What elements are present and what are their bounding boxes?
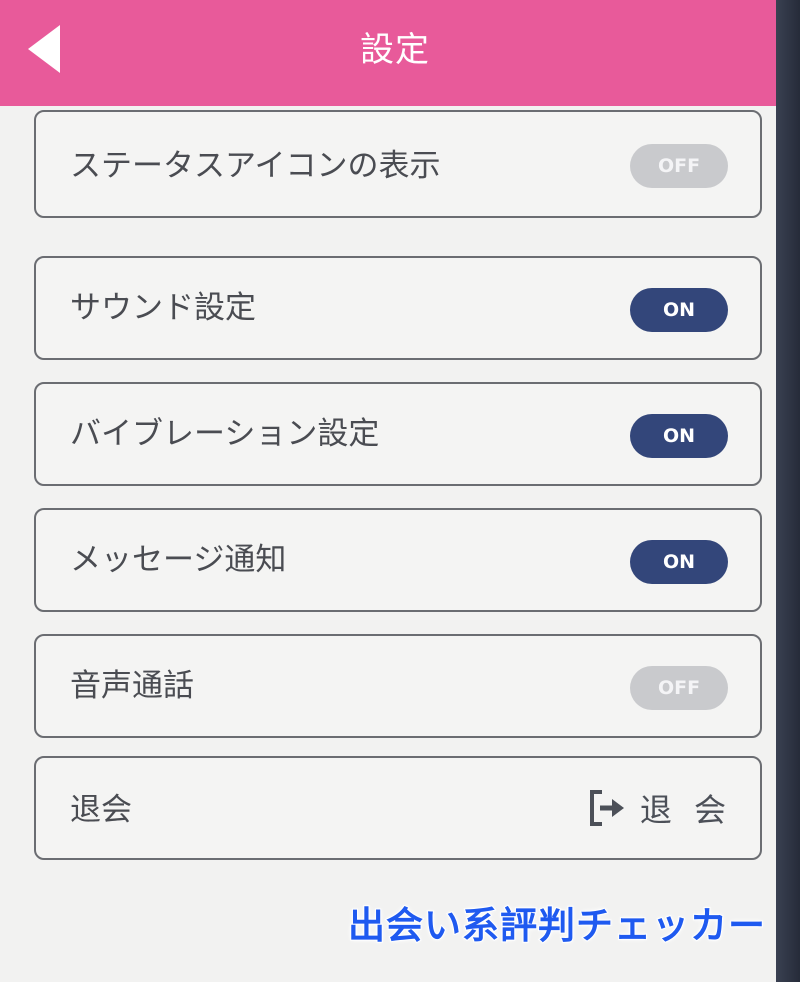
setting-label: バイブレーション設定 [70, 416, 380, 452]
setting-row-message-notification: メッセージ通知 ON [34, 508, 762, 612]
logout-icon [589, 790, 624, 826]
sound-toggle[interactable]: ON [630, 288, 728, 332]
app-header: 設定 [0, 0, 776, 106]
setting-row-vibration: バイブレーション設定 ON [34, 382, 762, 486]
setting-label: メッセージ通知 [70, 542, 287, 578]
status-icon-toggle[interactable]: OFF [630, 144, 728, 188]
page-title: 設定 [360, 30, 430, 70]
voice-call-toggle[interactable]: OFF [630, 666, 728, 710]
setting-row-status-icon: ステータスアイコンの表示 OFF [34, 110, 762, 218]
setting-row-sound: サウンド設定 ON [34, 256, 762, 360]
message-notification-toggle[interactable]: ON [630, 540, 728, 584]
setting-row-withdraw: 退会 退 会 [34, 756, 762, 860]
setting-label: 音声通話 [70, 668, 194, 704]
setting-row-voice-call: 音声通話 OFF [34, 634, 762, 738]
withdraw-button-label: 退 会 [639, 791, 732, 829]
withdraw-button[interactable]: 退 会 [588, 784, 732, 832]
setting-label: サウンド設定 [70, 290, 256, 326]
phone-screen: 設定 ステータスアイコンの表示 OFF サウンド設定 ON バイブレーション設定… [0, 0, 776, 982]
watermark: 出会い系評判チェッカー [347, 903, 766, 948]
device-bezel [776, 0, 800, 982]
vibration-toggle[interactable]: ON [630, 414, 728, 458]
setting-label: 退会 [70, 792, 132, 828]
setting-label: ステータスアイコンの表示 [70, 148, 441, 184]
